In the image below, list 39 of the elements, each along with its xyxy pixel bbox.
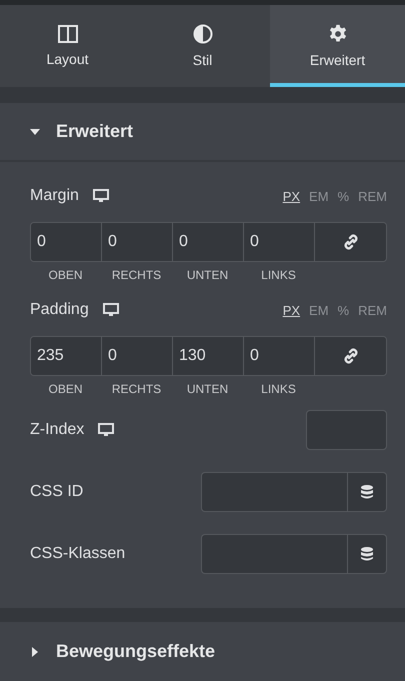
side-label: LINKS — [260, 382, 297, 396]
side-label: RECHTS — [110, 268, 162, 282]
link-icon — [342, 347, 360, 365]
caret-icon — [30, 646, 40, 656]
field-label: Margin — [30, 187, 79, 205]
field-label: Padding — [30, 301, 89, 319]
tab[interactable]: Erweitert — [270, 5, 405, 87]
unit-option[interactable]: PX — [282, 302, 300, 318]
link-icon — [342, 233, 360, 251]
unit-option[interactable]: PX — [282, 188, 300, 204]
database-icon — [361, 547, 373, 561]
input-field[interactable]: 0 — [31, 223, 102, 261]
database-icon — [361, 485, 373, 499]
input-field[interactable] — [306, 410, 387, 450]
dynamic-tags-button[interactable] — [347, 472, 387, 512]
input-field[interactable] — [201, 472, 347, 512]
section-header[interactable]: Bewegungseffekte — [0, 622, 405, 681]
side-label: OBEN — [47, 382, 84, 396]
desktop-icon[interactable] — [98, 423, 114, 437]
field-label: CSS ID — [30, 483, 84, 501]
field-label: CSS-Klassen — [30, 545, 126, 563]
desktop-icon[interactable] — [102, 303, 119, 317]
contrast-icon — [192, 24, 212, 44]
section-header[interactable]: Erweitert — [0, 103, 405, 162]
side-label: OBEN — [47, 268, 84, 282]
side-label: UNTEN — [186, 268, 230, 282]
caret-icon — [30, 126, 40, 136]
settings-icon — [328, 24, 348, 44]
input-field[interactable]: 235 — [31, 337, 102, 375]
side-label: RECHTS — [110, 382, 162, 396]
side-label: LINKS — [260, 268, 297, 282]
field-label: Z-Index — [30, 421, 84, 439]
columns-icon — [58, 25, 78, 43]
desktop-icon[interactable] — [92, 189, 109, 203]
side-label: UNTEN — [186, 382, 230, 396]
dynamic-tags-button[interactable] — [347, 534, 387, 574]
input-field[interactable] — [201, 534, 347, 574]
section-title: Bewegungseffekte — [56, 641, 216, 662]
section-title: Erweitert — [56, 121, 134, 142]
